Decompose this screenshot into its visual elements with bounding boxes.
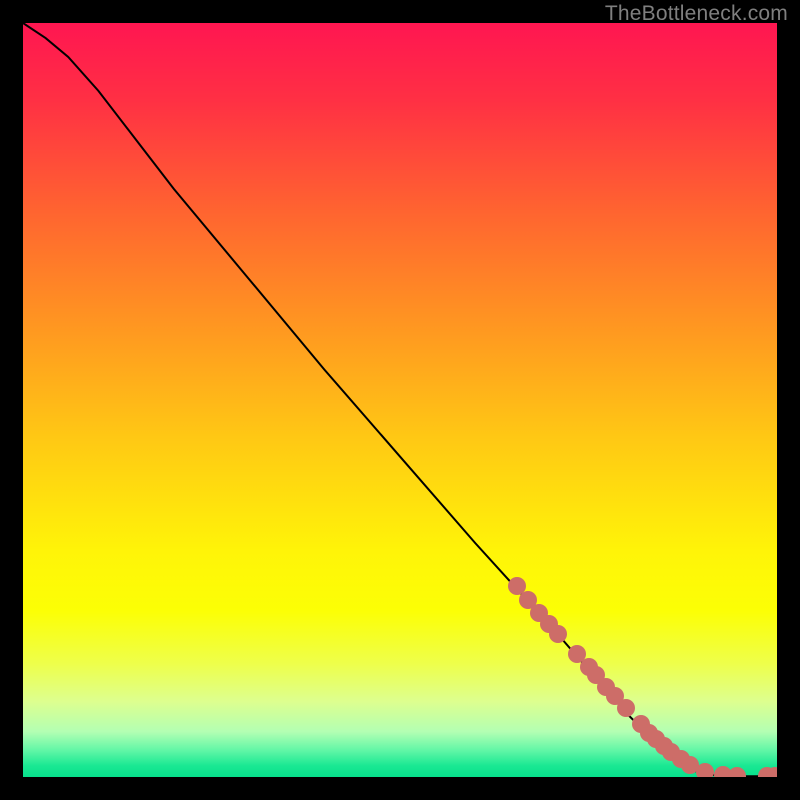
chart-frame: TheBottleneck.com — [0, 0, 800, 800]
data-point — [696, 763, 714, 777]
data-point — [617, 699, 635, 717]
data-point — [549, 625, 567, 643]
plot-area — [23, 23, 777, 777]
bottleneck-curve — [23, 23, 777, 777]
